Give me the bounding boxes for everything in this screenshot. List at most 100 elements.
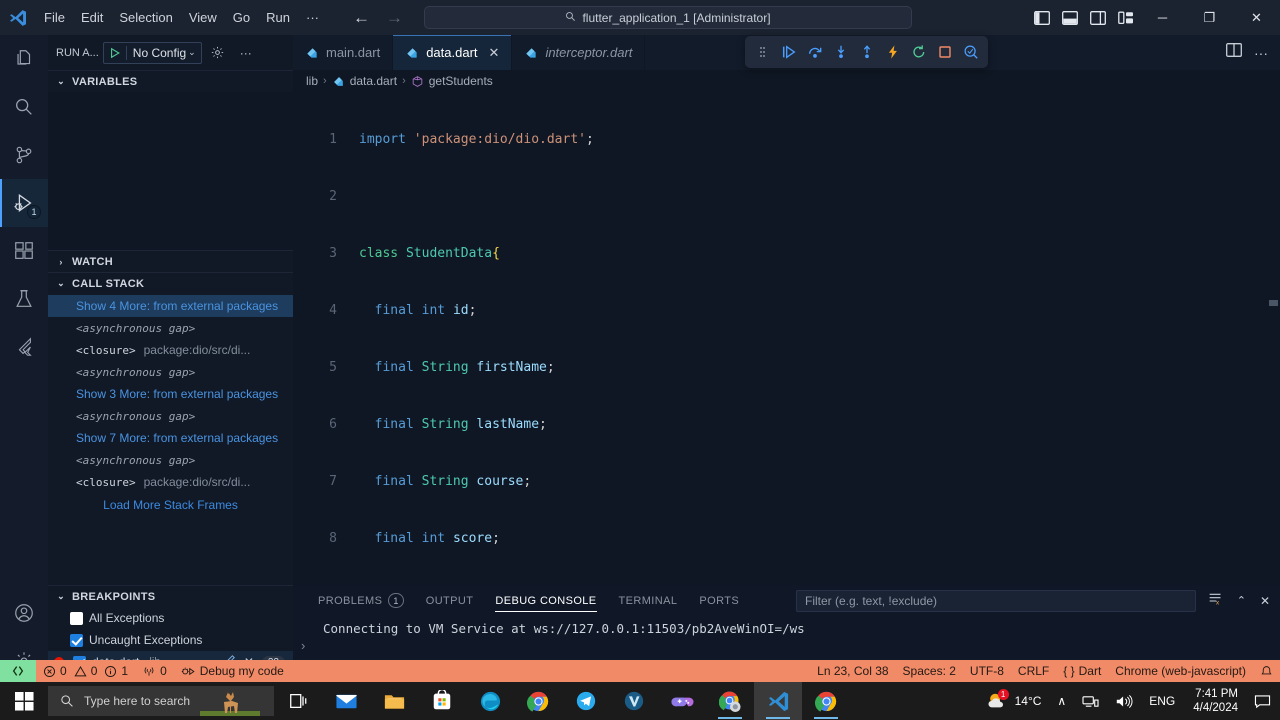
close-tab-icon[interactable]: ✕ — [489, 45, 500, 61]
list-item[interactable]: Uncaught Exceptions — [48, 629, 293, 651]
editor-more-actions-icon[interactable]: ··· — [1254, 45, 1268, 61]
taskbar-google-chrome[interactable] — [514, 682, 562, 720]
toggle-primary-sidebar-icon[interactable] — [1033, 9, 1050, 26]
activity-extensions[interactable] — [0, 227, 48, 275]
minimize-button[interactable]: ─ — [1139, 0, 1186, 35]
tab-output[interactable]: OUTPUT — [415, 585, 485, 616]
menu-view[interactable]: View — [181, 6, 225, 30]
tab-problems[interactable]: PROBLEMS 1 — [307, 585, 415, 616]
close-window-button[interactable]: ✕ — [1233, 0, 1280, 35]
checkbox[interactable] — [70, 611, 83, 625]
editor-scrollbar[interactable] — [1266, 92, 1280, 625]
language-mode[interactable]: { } Dart — [1056, 660, 1108, 682]
tab-ports[interactable]: PORTS — [688, 585, 750, 616]
code-editor[interactable]: 1 import 'package:dio/dio.dart'; 2 3 class… — [293, 92, 1280, 625]
customize-layout-icon[interactable] — [1117, 9, 1134, 26]
notifications-bell-icon[interactable] — [1253, 660, 1280, 682]
activity-explorer[interactable] — [0, 35, 48, 83]
list-item[interactable]: <asynchronous gap> — [48, 361, 293, 383]
tab-main-dart[interactable]: main.dart — [293, 35, 394, 70]
tab-interceptor-dart[interactable]: interceptor.dart — [512, 35, 646, 70]
activity-accounts[interactable] — [0, 589, 48, 637]
taskbar-google-chrome-2[interactable] — [802, 682, 850, 720]
taskbar-task-view[interactable] — [274, 682, 322, 720]
activity-run-and-debug[interactable]: 1 — [0, 179, 48, 227]
clear-console-icon[interactable]: x — [1208, 591, 1223, 611]
list-item[interactable]: Show 3 More: from external packages — [48, 383, 293, 405]
taskbar-mail[interactable] — [322, 682, 370, 720]
notification-center-icon[interactable] — [1248, 682, 1276, 720]
list-item[interactable]: <closure> package:dio/src/di... — [48, 471, 293, 493]
toggle-panel-icon[interactable] — [1061, 9, 1078, 26]
list-item[interactable]: <asynchronous gap> — [48, 405, 293, 427]
step-over-icon[interactable] — [803, 39, 826, 65]
step-out-icon[interactable] — [855, 39, 878, 65]
taskbar-microsoft-edge[interactable] — [466, 682, 514, 720]
breadcrumb-file[interactable]: data.dart — [350, 74, 397, 88]
taskbar-game-controller[interactable] — [658, 682, 706, 720]
ports-status[interactable]: 0 — [135, 660, 174, 682]
activity-flutter[interactable] — [0, 323, 48, 371]
hot-reload-icon[interactable] — [881, 39, 904, 65]
menu-edit[interactable]: Edit — [73, 6, 111, 30]
close-panel-icon[interactable]: ✕ — [1260, 594, 1270, 608]
scrollbar-thumb[interactable] — [1269, 300, 1278, 306]
tab-data-dart[interactable]: data.dart ✕ — [393, 35, 513, 70]
list-item[interactable]: Show 7 More: from external packages — [48, 427, 293, 449]
maximize-restore-button[interactable]: ❐ — [1186, 0, 1233, 35]
taskbar-v2ray[interactable] — [610, 682, 658, 720]
taskbar-telegram[interactable] — [562, 682, 610, 720]
activity-search[interactable] — [0, 83, 48, 131]
taskbar-chrome-debug[interactable] — [706, 682, 754, 720]
volume-icon[interactable] — [1107, 682, 1141, 720]
list-item[interactable]: data.dart lib ✕ 22 — [48, 651, 293, 660]
taskbar-file-explorer[interactable] — [370, 682, 418, 720]
activity-source-control[interactable] — [0, 131, 48, 179]
language-indicator[interactable]: ENG — [1141, 682, 1183, 720]
problems-status[interactable]: 0 0 1 — [36, 660, 135, 682]
start-debugging-icon[interactable] — [104, 47, 126, 59]
drag-handle-icon[interactable] — [751, 39, 774, 65]
menu-more[interactable]: ··· — [298, 6, 327, 30]
start-button[interactable] — [0, 682, 48, 720]
eol-setting[interactable]: CRLF — [1011, 660, 1056, 682]
weather-widget[interactable]: 1 14°C — [978, 682, 1050, 720]
activity-testing[interactable] — [0, 275, 48, 323]
load-more-stack-frames-button[interactable]: Load More Stack Frames — [48, 493, 293, 517]
list-item[interactable]: Show 4 More: from external packages — [48, 295, 293, 317]
indentation-setting[interactable]: Spaces: 2 — [896, 660, 963, 682]
chevron-down-icon[interactable]: ⌄ — [187, 47, 201, 58]
breadcrumb-lib[interactable]: lib — [306, 74, 318, 88]
forward-arrow-icon[interactable]: → — [386, 9, 403, 26]
taskbar-search-input[interactable]: Type here to search — [48, 686, 274, 716]
breadcrumb-symbol[interactable]: getStudents — [429, 74, 493, 88]
list-item[interactable]: <asynchronous gap> — [48, 317, 293, 339]
flutter-device-selector[interactable]: Chrome (web-javascript) — [1108, 660, 1253, 682]
stop-icon[interactable] — [933, 39, 956, 65]
chevron-up-icon[interactable]: ⌃ — [1237, 594, 1246, 607]
list-item[interactable]: <asynchronous gap> — [48, 449, 293, 471]
debug-views-more-button[interactable]: ··· — [234, 42, 258, 64]
list-item[interactable]: All Exceptions — [48, 607, 293, 629]
console-input-prompt[interactable]: › — [293, 638, 1280, 654]
step-into-icon[interactable] — [829, 39, 852, 65]
menu-selection[interactable]: Selection — [111, 6, 180, 30]
tab-debug-console[interactable]: DEBUG CONSOLE — [484, 585, 607, 616]
debug-mode-status[interactable]: Debug my code — [174, 660, 291, 682]
launch-config-selector[interactable]: No Config ⌄ — [102, 41, 202, 64]
show-hidden-icons-button[interactable]: ∧ — [1049, 682, 1074, 720]
menu-run[interactable]: Run — [258, 6, 298, 30]
command-center[interactable]: flutter_application_1 [Administrator] — [424, 6, 912, 29]
encoding-setting[interactable]: UTF-8 — [963, 660, 1011, 682]
open-launch-json-button[interactable] — [206, 42, 230, 64]
remote-indicator[interactable] — [0, 660, 36, 682]
menu-file[interactable]: File — [36, 6, 73, 30]
cursor-position[interactable]: Ln 23, Col 38 — [810, 660, 895, 682]
taskbar-visual-studio-code[interactable] — [754, 682, 802, 720]
section-variables[interactable]: ⌄ VARIABLES — [48, 70, 293, 92]
checkbox[interactable] — [70, 633, 83, 647]
menu-go[interactable]: Go — [225, 6, 258, 30]
section-watch[interactable]: › WATCH — [48, 250, 293, 272]
list-item[interactable]: <closure> package:dio/src/di... — [48, 339, 293, 361]
console-filter-input[interactable]: Filter (e.g. text, !exclude) — [796, 590, 1196, 612]
